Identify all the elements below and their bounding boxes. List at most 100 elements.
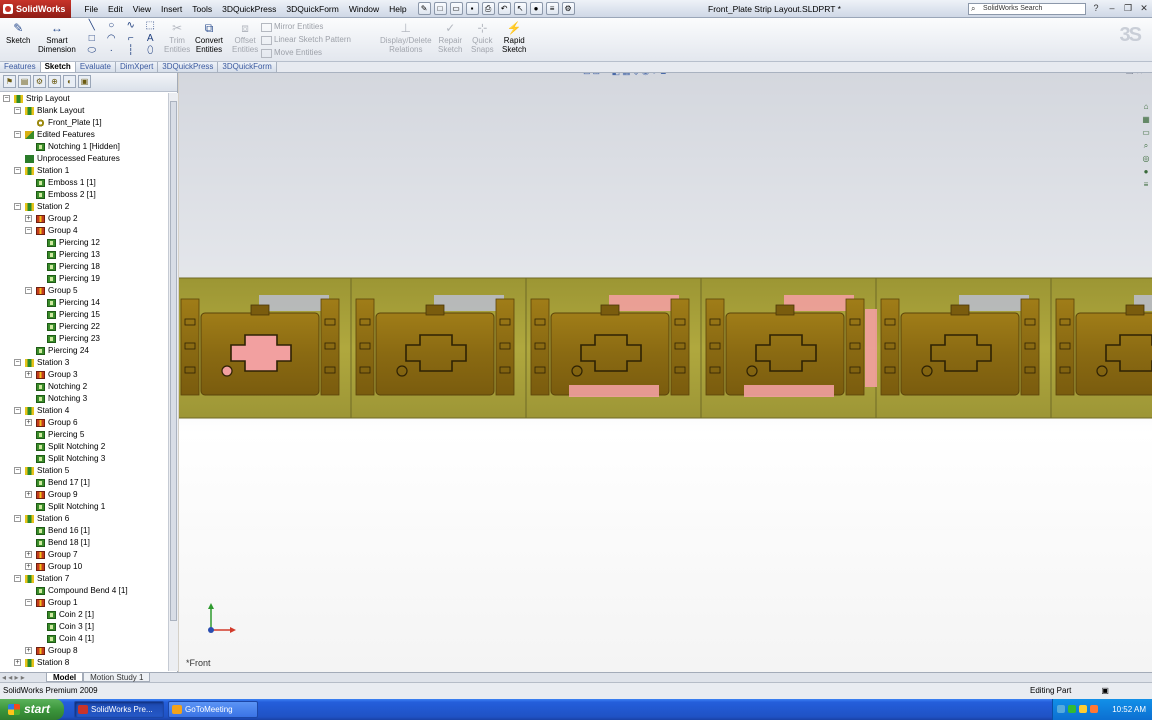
- menu-3dquickform[interactable]: 3DQuickForm: [281, 0, 343, 18]
- network-icon[interactable]: [1057, 705, 1065, 713]
- open-icon[interactable]: ▭: [449, 2, 463, 15]
- slot-icon[interactable]: ⬭: [82, 45, 102, 58]
- options-icon[interactable]: ⚙: [561, 2, 575, 15]
- tree-node[interactable]: Bend 16 [1]: [0, 525, 168, 537]
- quick-snaps-button[interactable]: ⊹ Quick Snaps: [471, 20, 494, 54]
- collapse-icon[interactable]: −: [25, 227, 32, 234]
- tree-node[interactable]: − Group 5: [0, 285, 168, 297]
- tree-node[interactable]: Compound Bend 4 [1]: [0, 585, 168, 597]
- menu-edit[interactable]: Edit: [103, 0, 128, 18]
- tree-node[interactable]: − Blank Layout: [0, 105, 168, 117]
- tree-node[interactable]: Front_Plate [1]: [0, 117, 168, 129]
- tree-node[interactable]: + Group 2: [0, 213, 168, 225]
- tree-node[interactable]: Unprocessed Features: [0, 153, 168, 165]
- tree-node[interactable]: Notching 3: [0, 393, 168, 405]
- tree-node[interactable]: − Group 1: [0, 597, 168, 609]
- plane-icon[interactable]: ⬚: [141, 20, 161, 33]
- tree-node[interactable]: + Group 6: [0, 417, 168, 429]
- tab-model[interactable]: Model: [46, 673, 84, 682]
- restore-icon[interactable]: ❐: [1122, 2, 1134, 14]
- tree-node[interactable]: + Station 8: [0, 657, 168, 669]
- mirror-entities-button[interactable]: Mirror Entities: [260, 20, 351, 33]
- line-icon[interactable]: ╲: [82, 20, 102, 33]
- trim-entities-button[interactable]: ✂ Trim Entities: [164, 20, 190, 54]
- expand-icon[interactable]: +: [14, 659, 21, 666]
- menu-tools[interactable]: Tools: [187, 0, 217, 18]
- tab-3dquickpress[interactable]: 3DQuickPress: [158, 62, 219, 72]
- offset-entities-button[interactable]: ⧈ Offset Entities: [232, 20, 258, 54]
- sketch-button[interactable]: ✎ Sketch: [6, 20, 30, 45]
- text-icon[interactable]: A: [141, 33, 161, 46]
- update-icon[interactable]: [1079, 705, 1087, 713]
- smart-dimension-button[interactable]: ↔ Smart Dimension: [38, 20, 76, 54]
- tree-node[interactable]: + Group 8: [0, 645, 168, 657]
- tree-node[interactable]: Split Notching 1: [0, 501, 168, 513]
- menu-window[interactable]: Window: [344, 0, 384, 18]
- tree-node[interactable]: Piercing 19: [0, 273, 168, 285]
- expand-icon[interactable]: +: [25, 371, 32, 378]
- help-icon[interactable]: ?: [1090, 2, 1102, 14]
- solidworks-logo[interactable]: SolidWorks: [0, 0, 72, 18]
- pin-icon[interactable]: ✎: [417, 2, 431, 15]
- collapse-icon[interactable]: −: [3, 95, 10, 102]
- rectangle-icon[interactable]: □: [82, 33, 102, 46]
- expand-icon[interactable]: +: [25, 491, 32, 498]
- tree-node[interactable]: Piercing 13: [0, 249, 168, 261]
- feature-tree-scrollbar[interactable]: [168, 93, 178, 671]
- circle-icon[interactable]: ○: [102, 20, 122, 33]
- spline-icon[interactable]: ∿: [121, 20, 141, 33]
- solidworks-resources-icon[interactable]: ⌂: [1140, 101, 1152, 113]
- configuration-manager-icon[interactable]: ⚙: [33, 75, 46, 88]
- tree-node[interactable]: − Station 4: [0, 405, 168, 417]
- quickpress-tree-icon[interactable]: ▣: [78, 75, 91, 88]
- tree-node[interactable]: − Group 4: [0, 225, 168, 237]
- search-results-icon[interactable]: ⌕: [1140, 140, 1152, 152]
- units-icon[interactable]: ▣: [1101, 683, 1109, 699]
- menu-insert[interactable]: Insert: [156, 0, 187, 18]
- collapse-icon[interactable]: −: [25, 287, 32, 294]
- ellipse-icon[interactable]: ⬯: [141, 45, 161, 58]
- tab-sketch[interactable]: Sketch: [40, 62, 76, 72]
- security-icon[interactable]: [1068, 705, 1076, 713]
- minimize-icon[interactable]: –: [1106, 2, 1118, 14]
- close-icon[interactable]: ✕: [1138, 2, 1150, 14]
- expand-icon[interactable]: +: [25, 647, 32, 654]
- tree-node[interactable]: Split Notching 3: [0, 453, 168, 465]
- gotomeeting-tray-icon[interactable]: [1090, 705, 1098, 713]
- scrollbar-thumb[interactable]: [170, 101, 177, 621]
- tree-node[interactable]: Piercing 14: [0, 297, 168, 309]
- sketch-fillet-icon[interactable]: ⌐: [121, 33, 141, 46]
- collapse-icon[interactable]: −: [14, 131, 21, 138]
- convert-entities-button[interactable]: ⧉ Convert Entities: [195, 20, 223, 54]
- tree-node[interactable]: Emboss 1 [1]: [0, 177, 168, 189]
- appearances-icon[interactable]: ●: [1140, 166, 1152, 178]
- collapse-icon[interactable]: −: [14, 203, 21, 210]
- design-library-icon[interactable]: ▦: [1140, 114, 1152, 126]
- tree-node[interactable]: − Station 3: [0, 357, 168, 369]
- centerline-icon[interactable]: ┆: [121, 45, 141, 58]
- feature-tree[interactable]: − Strip Layout − Blank Layout Front_Plate [1…: [0, 93, 168, 671]
- tree-node[interactable]: Split Notching 2: [0, 441, 168, 453]
- expand-icon[interactable]: +: [25, 419, 32, 426]
- custom-properties-icon[interactable]: ≡: [1140, 179, 1152, 191]
- repair-sketch-button[interactable]: ✓ Repair Sketch: [438, 20, 462, 54]
- tree-node[interactable]: + Group 7: [0, 549, 168, 561]
- taskbar-solidworks[interactable]: SolidWorks Pre...: [74, 701, 165, 718]
- graphics-area[interactable]: ⊡ ⊞ ↶ ◧ ▦ ◈ ◉ ● ▲ –❐✕: [179, 73, 1152, 672]
- tree-node[interactable]: Notching 2: [0, 381, 168, 393]
- appearance-icon[interactable]: ◐: [63, 75, 76, 88]
- tree-node[interactable]: Bend 17 [1]: [0, 477, 168, 489]
- move-entities-button[interactable]: Move Entities: [260, 46, 351, 59]
- dimxpert-manager-icon[interactable]: ⊕: [48, 75, 61, 88]
- tree-node[interactable]: − Strip Layout: [0, 93, 168, 105]
- save-icon[interactable]: ▪: [465, 2, 479, 15]
- tree-node[interactable]: − Station 1: [0, 165, 168, 177]
- tree-node[interactable]: + Group 9: [0, 489, 168, 501]
- file-explorer-icon[interactable]: ▭: [1140, 127, 1152, 139]
- menu-file[interactable]: File: [79, 0, 103, 18]
- tree-node[interactable]: + Group 10: [0, 561, 168, 573]
- tree-node[interactable]: − Edited Features: [0, 129, 168, 141]
- print-icon[interactable]: ⎙: [481, 2, 495, 15]
- collapse-icon[interactable]: −: [25, 599, 32, 606]
- tree-node[interactable]: − Station 5: [0, 465, 168, 477]
